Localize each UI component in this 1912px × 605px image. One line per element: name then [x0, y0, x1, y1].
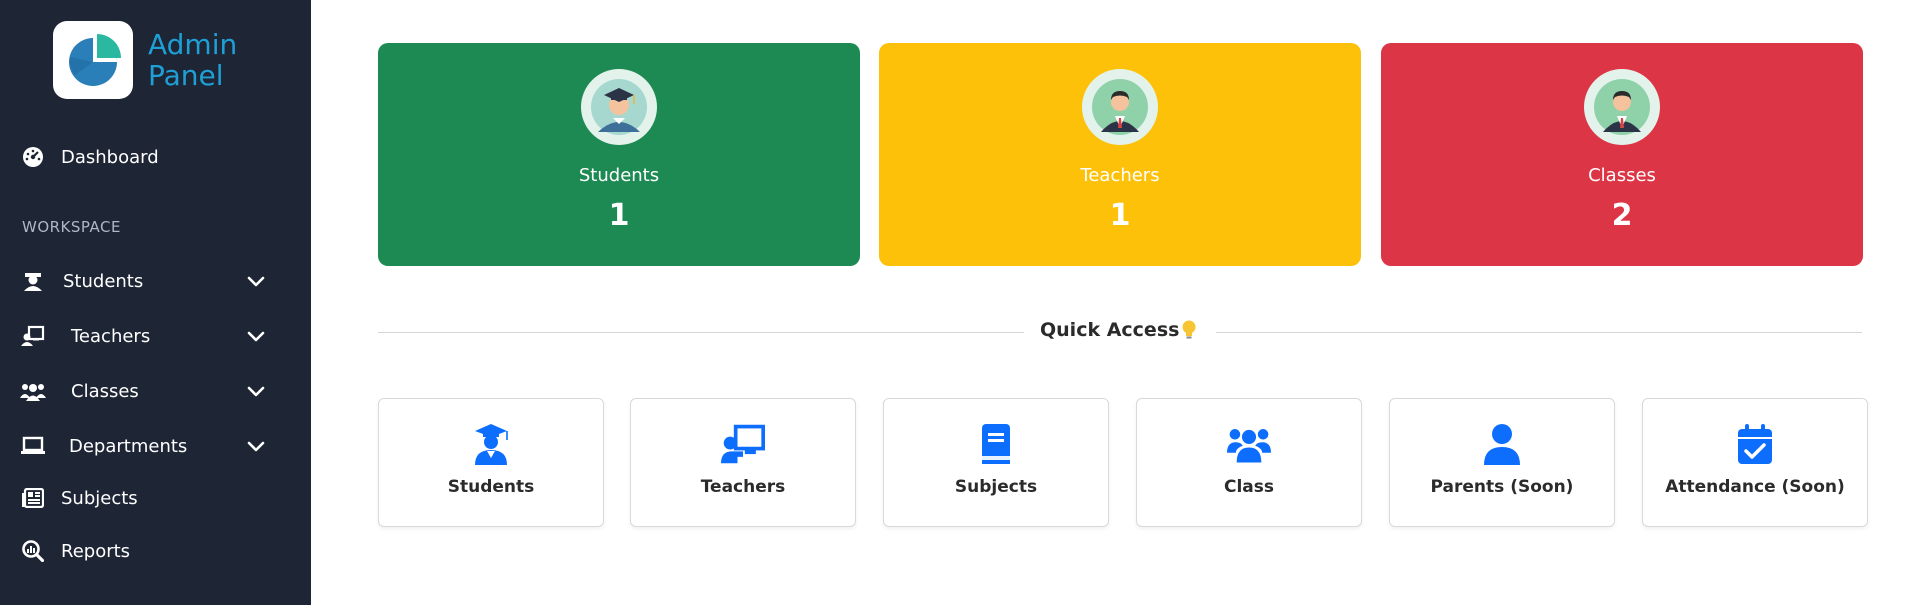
stat-card-teachers[interactable]: Teachers 1 — [879, 43, 1361, 266]
quick-access-label: Quick Access — [1040, 319, 1180, 341]
stat-card-classes[interactable]: Classes 2 — [1381, 43, 1863, 266]
teacher-icon — [20, 323, 46, 349]
search-chart-icon — [20, 538, 46, 564]
sidebar: Admin Panel Dashboard WORKSPACE Students… — [0, 0, 311, 605]
quick-access-parents[interactable]: Parents (Soon) — [1389, 398, 1615, 527]
chevron-down-icon[interactable] — [244, 434, 268, 458]
sidebar-item-teachers[interactable]: Teachers — [0, 314, 311, 358]
lightbulb-icon — [1182, 320, 1196, 339]
brand-title: Admin Panel — [148, 29, 237, 91]
stat-value: 1 — [608, 198, 630, 233]
quick-access-label: Attendance (Soon) — [1665, 477, 1845, 497]
stat-label: Classes — [1588, 165, 1656, 186]
quick-access-label: Students — [447, 477, 535, 497]
graduate-icon — [475, 424, 508, 465]
sidebar-item-label: Students — [63, 270, 144, 292]
sidebar-item-subjects[interactable]: Subjects — [0, 476, 311, 520]
sidebar-item-label: Departments — [69, 435, 188, 457]
student-avatar-icon — [581, 69, 657, 145]
quick-access-teachers[interactable]: Teachers — [630, 398, 856, 527]
stat-value: 1 — [1109, 198, 1131, 233]
student-icon — [20, 268, 46, 294]
quick-access-label: Class — [1223, 477, 1274, 497]
quick-access-attendance[interactable]: Attendance (Soon) — [1642, 398, 1868, 527]
user-icon — [1484, 424, 1520, 465]
users-icon — [1227, 429, 1271, 463]
chevron-down-icon[interactable] — [244, 324, 268, 348]
book-icon — [982, 424, 1010, 464]
calendar-check-icon — [1738, 424, 1772, 464]
users-icon — [20, 378, 46, 404]
brand-line-1: Admin — [148, 28, 238, 61]
quick-access-title: Quick Access — [1040, 319, 1196, 341]
quick-access-students[interactable]: Students — [378, 398, 604, 527]
quick-access-class[interactable]: Class — [1136, 398, 1362, 527]
sidebar-item-reports[interactable]: Reports — [0, 529, 311, 573]
newspaper-icon — [20, 485, 46, 511]
stat-label: Teachers — [1080, 165, 1160, 186]
logo-pie-chart-icon — [53, 21, 133, 99]
class-avatar-icon — [1584, 69, 1660, 145]
laptop-icon — [20, 433, 46, 459]
quick-access-label: Parents (Soon) — [1430, 477, 1574, 497]
sidebar-item-students[interactable]: Students — [0, 259, 311, 303]
sidebar-item-label: Teachers — [71, 325, 151, 347]
sidebar-item-departments[interactable]: Departments — [0, 424, 311, 468]
sidebar-item-label: Reports — [61, 540, 131, 562]
quick-access-label: Subjects — [954, 477, 1038, 497]
divider-right — [1216, 332, 1862, 333]
section-title-workspace: WORKSPACE — [22, 218, 121, 236]
chevron-down-icon[interactable] — [244, 269, 268, 293]
gauge-icon — [20, 144, 46, 170]
sidebar-item-label: Subjects — [61, 487, 138, 509]
sidebar-item-label: Classes — [71, 380, 139, 402]
brand-line-2: Panel — [148, 59, 224, 92]
chalkboard-teacher-icon — [721, 424, 765, 464]
sidebar-item-classes[interactable]: Classes — [0, 369, 311, 413]
stat-card-students[interactable]: Students 1 — [378, 43, 860, 266]
stat-value: 2 — [1611, 198, 1633, 233]
teacher-avatar-icon — [1082, 69, 1158, 145]
chevron-down-icon[interactable] — [244, 379, 268, 403]
quick-access-label: Teachers — [700, 477, 786, 497]
quick-access-subjects[interactable]: Subjects — [883, 398, 1109, 527]
brand[interactable]: Admin Panel — [53, 21, 237, 99]
sidebar-item-label: Dashboard — [61, 146, 159, 168]
sidebar-item-dashboard[interactable]: Dashboard — [0, 135, 311, 179]
stat-label: Students — [578, 165, 660, 186]
divider-left — [378, 332, 1024, 333]
